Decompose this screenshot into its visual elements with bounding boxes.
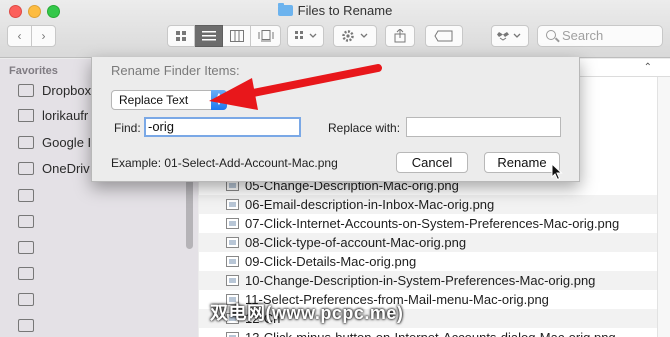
title-bar: Files to Rename ‹ › Search (0, 0, 670, 58)
search-field[interactable]: Search (537, 25, 663, 47)
icon-view-icon (176, 31, 186, 41)
folder-icon (18, 267, 34, 280)
image-file-icon (226, 237, 239, 248)
sidebar-item-folder[interactable] (18, 290, 42, 310)
folder-icon (18, 293, 34, 306)
list-view-icon (201, 31, 216, 41)
folder-icon (18, 136, 34, 149)
file-name: 07-Click-Internet-Accounts-on-System-Pre… (245, 216, 620, 231)
chevron-left-icon: ‹ (17, 29, 22, 43)
file-name: 08-Click-type-of-account-Mac-orig.png (245, 235, 467, 250)
sidebar-item-folder[interactable] (18, 186, 42, 206)
rename-example: Example: 01-Select-Add-Account-Mac.png (111, 156, 338, 170)
action-button[interactable] (333, 25, 377, 47)
home-icon (18, 109, 34, 122)
sidebar-item-label: OneDriv (42, 161, 90, 176)
file-name: 13-Click-minus-button-on-Internet-Accoun… (245, 330, 616, 337)
rename-button[interactable]: Rename (484, 152, 560, 173)
file-name: 06-Email-description-in-Inbox-Mac-orig.p… (245, 197, 495, 212)
coverflow-view-icon (258, 30, 273, 42)
file-name: 09-Click-Details-Mac-orig.png (245, 254, 417, 269)
tag-icon (434, 30, 453, 42)
image-file-icon (226, 332, 239, 337)
chevron-right-icon: › (41, 29, 46, 43)
sort-chevron-icon: ⌃ (643, 62, 652, 73)
cancel-button[interactable]: Cancel (396, 152, 468, 173)
folder-icon (18, 162, 34, 175)
column-view-icon (229, 30, 244, 42)
forward-button[interactable]: › (31, 25, 56, 47)
share-button[interactable] (385, 25, 415, 47)
file-row[interactable]: 09-Click-Details-Mac-orig.png (199, 252, 657, 271)
rename-dialog: Rename Finder Items: Replace Text ▲ ▼ Fin… (91, 57, 580, 182)
sidebar-item-onedrive[interactable]: OneDriv (18, 159, 90, 179)
list-view-button[interactable] (195, 25, 223, 47)
folder-icon (18, 215, 34, 228)
search-icon (546, 30, 556, 40)
search-placeholder: Search (562, 28, 604, 43)
sidebar-item-label: Dropbox (42, 83, 92, 98)
dialog-title: Rename Finder Items: (111, 63, 240, 78)
folder-icon (18, 189, 34, 202)
sidebar-item-google-drive[interactable]: Google I (18, 133, 91, 153)
sidebar-item-dropbox[interactable]: Dropbox (18, 81, 91, 101)
coverflow-view-button[interactable] (251, 25, 281, 47)
image-file-icon (226, 256, 239, 267)
share-icon (394, 28, 406, 43)
image-file-icon (226, 275, 239, 286)
replace-field[interactable] (406, 117, 561, 137)
arrange-button[interactable] (287, 25, 324, 47)
folder-icon (18, 241, 34, 254)
dropbox-icon (18, 84, 34, 97)
image-file-icon (226, 199, 239, 210)
sidebar-item-label: lorikaufr (42, 108, 89, 123)
back-button[interactable]: ‹ (7, 25, 32, 47)
sidebar-item-label: Google I (42, 135, 92, 150)
dropbox-icon (497, 32, 521, 41)
window-title: Files to Rename (0, 3, 670, 18)
icon-view-button[interactable] (167, 25, 195, 47)
folder-icon (277, 3, 293, 16)
file-row[interactable]: 13-Click-minus-button-on-Internet-Accoun… (199, 328, 657, 337)
file-name: 10-Change-Description-in-System-Preferen… (245, 273, 596, 288)
file-row[interactable]: 07-Click-Internet-Accounts-on-System-Pre… (199, 214, 657, 233)
rename-mode-value: Replace Text (119, 93, 189, 107)
arrange-icon (294, 31, 316, 39)
column-view-button[interactable] (223, 25, 251, 47)
file-row[interactable]: 10-Change-Description-in-System-Preferen… (199, 271, 657, 290)
image-file-icon (226, 218, 239, 229)
sidebar-scrollbar[interactable] (186, 179, 193, 249)
list-scrollbar[interactable] (657, 77, 670, 337)
folder-icon (18, 319, 34, 332)
window-title-text: Files to Rename (297, 3, 393, 18)
tag-button[interactable] (425, 25, 463, 47)
file-row[interactable]: 08-Click-type-of-account-Mac-orig.png (199, 233, 657, 252)
popup-arrows-icon: ▲ ▼ (211, 90, 227, 110)
sidebar-heading: Favorites (9, 65, 58, 77)
replace-label: Replace with: (328, 121, 401, 135)
find-label: Find: (114, 121, 141, 135)
dropbox-button[interactable] (491, 25, 529, 47)
action-gear-icon (342, 30, 368, 42)
find-field[interactable]: -orig (144, 117, 301, 137)
rename-mode-popup[interactable]: Replace Text ▲ ▼ (111, 90, 227, 110)
sidebar-item-home[interactable]: lorikaufr (18, 106, 88, 126)
watermark: 双电网(www.pcpc.me) (210, 303, 404, 323)
sidebar-item-folder[interactable] (18, 238, 42, 258)
sidebar-item-folder[interactable] (18, 264, 42, 284)
file-row[interactable]: 06-Email-description-in-Inbox-Mac-orig.p… (199, 195, 657, 214)
sidebar-item-folder[interactable] (18, 316, 42, 336)
view-mode-control (167, 25, 281, 47)
sidebar-item-folder[interactable] (18, 212, 42, 232)
mouse-pointer-icon (551, 163, 563, 181)
